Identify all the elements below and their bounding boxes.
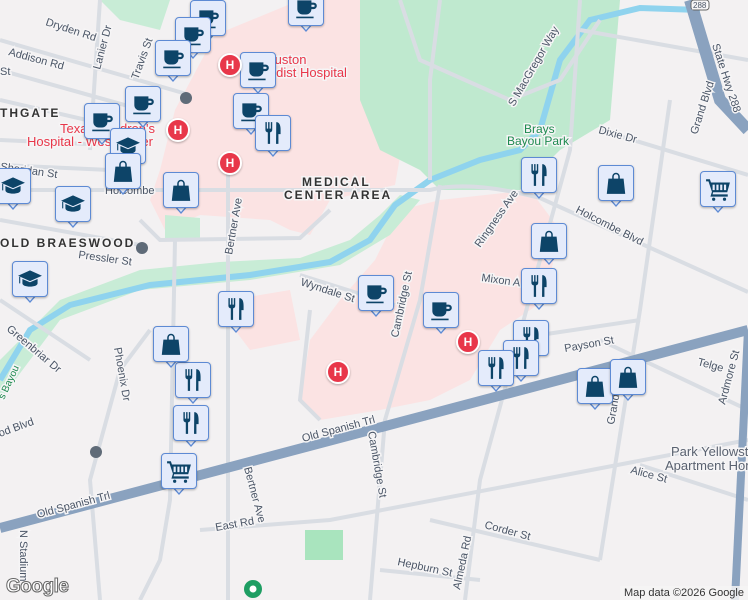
shopping-bag-marker[interactable]: [105, 153, 141, 197]
shopping-bag-marker[interactable]: [598, 165, 634, 209]
area-label: OLD BRAESWOOD: [0, 236, 135, 250]
coffee-icon: [363, 280, 389, 306]
shopping-cart-marker[interactable]: [700, 171, 736, 215]
school-marker[interactable]: [0, 168, 31, 212]
marker-box: [700, 171, 736, 207]
restaurant-marker[interactable]: [255, 115, 291, 159]
coffee-marker[interactable]: [155, 40, 191, 84]
shopping-bag-icon: [582, 373, 608, 399]
shopping-bag-icon: [603, 170, 629, 196]
school-marker[interactable]: [12, 261, 48, 305]
marker-box: [521, 268, 557, 304]
marker-box: [0, 168, 31, 204]
shopping-cart-icon: [705, 176, 731, 202]
marker-box: [218, 291, 254, 327]
coffee-icon: [130, 91, 156, 117]
marker-box: [55, 186, 91, 222]
transit-icon[interactable]: [136, 242, 148, 254]
restaurant-icon: [526, 273, 552, 299]
shopping-bag-marker[interactable]: [163, 172, 199, 216]
marker-box: [155, 40, 191, 76]
restaurant-marker[interactable]: [521, 268, 557, 312]
marker-box: [478, 350, 514, 386]
restaurant-icon: [180, 367, 206, 393]
marker-box: [12, 261, 48, 297]
marker-box: [598, 165, 634, 201]
marker-box: [173, 405, 209, 441]
coffee-icon: [160, 45, 186, 71]
street-label: N Stadium: [17, 530, 29, 581]
place-label: Park Yellowstone: [671, 444, 748, 459]
restaurant-icon: [178, 410, 204, 436]
area-label: THGATE: [0, 106, 60, 120]
marker-box: [240, 52, 276, 88]
shopping-cart-icon: [166, 458, 192, 484]
coffee-icon: [293, 0, 319, 21]
area-label: MEDICAL: [302, 175, 371, 189]
shopping-cart-marker[interactable]: [161, 453, 197, 497]
transit-icon[interactable]: [180, 92, 192, 104]
marker-box: [161, 453, 197, 489]
marker-box: [125, 86, 161, 122]
coffee-icon: [428, 297, 454, 323]
area-label: CENTER AREA: [284, 188, 392, 202]
marker-box: [255, 115, 291, 151]
shopping-bag-icon: [168, 177, 194, 203]
place-label: Apartment Homes: [665, 458, 748, 473]
shopping-bag-marker[interactable]: [577, 368, 613, 412]
restaurant-icon: [260, 120, 286, 146]
street-label: St: [0, 66, 10, 78]
hospital-marker[interactable]: H: [218, 53, 242, 77]
marker-box: [288, 0, 324, 26]
restaurant-marker[interactable]: [521, 157, 557, 201]
marker-box: [577, 368, 613, 404]
park-green: [165, 215, 200, 240]
hospital-marker[interactable]: H: [166, 118, 190, 142]
hospital-marker[interactable]: H: [326, 360, 350, 384]
transit-icon[interactable]: [90, 446, 102, 458]
restaurant-marker[interactable]: [173, 405, 209, 449]
marker-box: [521, 157, 557, 193]
coffee-marker[interactable]: [288, 0, 324, 34]
hospital-marker[interactable]: H: [218, 151, 242, 175]
restaurant-icon: [483, 355, 509, 381]
marker-box: [105, 153, 141, 189]
school-icon: [60, 191, 86, 217]
shopping-bag-icon: [110, 158, 136, 184]
marker-box: [610, 359, 646, 395]
shopping-bag-icon: [158, 331, 184, 357]
marker-box: [153, 326, 189, 362]
restaurant-marker[interactable]: [478, 350, 514, 394]
map-attribution[interactable]: Map data ©2026 Google: [619, 586, 748, 600]
park-label: Bayou Park: [507, 134, 570, 148]
shopping-bag-icon: [615, 364, 641, 390]
school-icon: [0, 173, 26, 199]
marker-box: [531, 223, 567, 259]
google-logo[interactable]: Google: [5, 576, 69, 598]
park-place-icon-dot: [249, 585, 257, 593]
coffee-marker[interactable]: [240, 52, 276, 96]
school-icon: [17, 266, 43, 292]
coffee-marker[interactable]: [125, 86, 161, 130]
restaurant-marker[interactable]: [218, 291, 254, 335]
school-marker[interactable]: [55, 186, 91, 230]
marker-box: [163, 172, 199, 208]
shopping-bag-marker[interactable]: [531, 223, 567, 267]
marker-box: [423, 292, 459, 328]
coffee-marker[interactable]: [423, 292, 459, 336]
restaurant-icon: [526, 162, 552, 188]
coffee-icon: [245, 57, 271, 83]
restaurant-icon: [223, 296, 249, 322]
shopping-bag-marker[interactable]: [610, 359, 646, 403]
marker-box: [358, 275, 394, 311]
shopping-bag-icon: [536, 228, 562, 254]
shopping-bag-marker[interactable]: [153, 326, 189, 370]
highway-shield-label: 288: [693, 1, 707, 10]
park-green: [305, 530, 343, 560]
coffee-marker[interactable]: [358, 275, 394, 319]
hospital-marker[interactable]: H: [456, 330, 480, 354]
